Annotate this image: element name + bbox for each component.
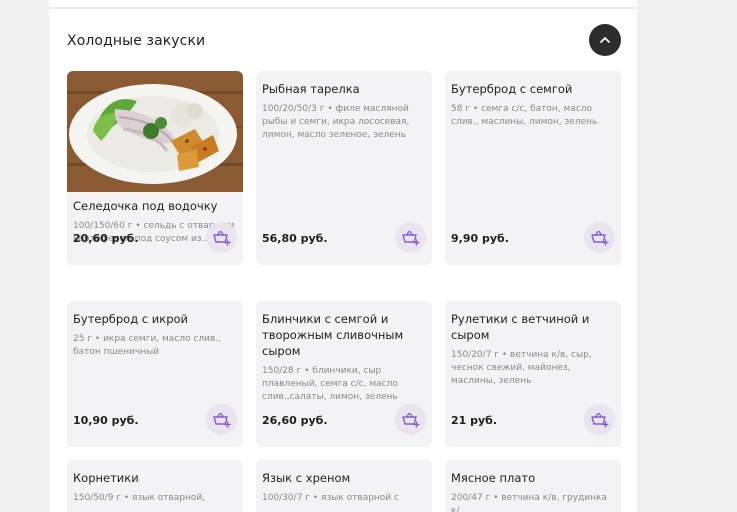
product-name: Бутерброд с семгой — [451, 82, 573, 96]
product-name: Бутерброд с икрой — [73, 312, 189, 326]
product-card[interactable]: Мясное плато 200/47 г • ветчина к/в, груд… — [445, 460, 621, 512]
product-name: Рыбная тарелка — [262, 82, 360, 96]
add-to-cart-icon — [590, 230, 609, 246]
add-to-cart-icon — [590, 412, 609, 428]
collapse-section-button[interactable] — [589, 24, 621, 56]
product-image — [67, 71, 243, 192]
product-description: 25 г • икра семги, масло слив., батон пш… — [73, 334, 221, 357]
product-price: 21 руб. — [451, 414, 498, 427]
product-card[interactable]: Язык с хреном 100/30/7 г • язык отварной … — [256, 460, 432, 512]
product-description: 150/50/9 г • язык отварной, — [73, 493, 206, 503]
add-to-cart-icon — [212, 412, 231, 428]
divider — [49, 7, 637, 9]
section-title: Холодные закуски — [67, 33, 206, 49]
product-card[interactable]: Рулетики с ветчиной и сыром 150/20/7 г • … — [445, 301, 621, 447]
add-to-cart-icon — [401, 412, 420, 428]
add-to-cart-button[interactable] — [206, 404, 237, 435]
product-name: Рулетики с ветчиной и сыром — [451, 312, 590, 342]
product-name: Мясное плато — [451, 471, 536, 485]
add-to-cart-icon — [401, 230, 420, 246]
add-to-cart-button[interactable] — [206, 222, 237, 253]
add-to-cart-button[interactable] — [584, 404, 615, 435]
add-to-cart-button[interactable] — [584, 222, 615, 253]
product-name: Корнетики — [73, 471, 139, 485]
product-description: 100/30/7 г • язык отварной с — [262, 493, 399, 503]
product-description: 150/28 г • блинчики, сыр плавленый, семг… — [262, 366, 398, 402]
add-to-cart-icon — [212, 230, 231, 246]
product-card[interactable]: Бутерброд с семгой 58 г • семга с/с, бато… — [445, 71, 621, 265]
product-name: Язык с хреном — [262, 471, 351, 485]
product-name: Селедочка под водочку — [73, 199, 218, 213]
product-price: 20,60 руб. — [73, 232, 139, 245]
product-card[interactable]: Селедочка под водочку 100/150/60 г • сель… — [67, 71, 243, 265]
product-card[interactable]: Блинчики с семгой и творожным сливочным … — [256, 301, 432, 447]
product-price: 9,90 руб. — [451, 232, 509, 245]
product-description: 58 г • семга с/с, батон, масло слив., ма… — [451, 104, 598, 127]
product-card[interactable]: Корнетики 150/50/9 г • язык отварной, — [67, 460, 243, 512]
chevron-up-icon — [600, 37, 610, 43]
product-price: 56,80 руб. — [262, 232, 328, 245]
product-card[interactable]: Бутерброд с икрой 25 г • икра семги, масл… — [67, 301, 243, 447]
menu-panel: Холодные закуски Селедочка под водочку 10… — [49, 0, 637, 512]
add-to-cart-button[interactable] — [395, 404, 426, 435]
product-card[interactable]: Рыбная тарелка 100/20/50/3 г • филе масля… — [256, 71, 432, 265]
add-to-cart-button[interactable] — [395, 222, 426, 253]
product-name: Блинчики с семгой и творожным сливочным … — [262, 312, 404, 358]
product-description: 150/20/7 г • ветчина к/в, сыр, чеснок св… — [451, 350, 592, 386]
product-description: 200/47 г • ветчина к/в, грудинка к/ — [451, 493, 607, 512]
product-price: 10,90 руб. — [73, 414, 139, 427]
product-description: 100/20/50/3 г • филе масляной рыбы и сем… — [262, 104, 410, 140]
product-price: 26,60 руб. — [262, 414, 328, 427]
